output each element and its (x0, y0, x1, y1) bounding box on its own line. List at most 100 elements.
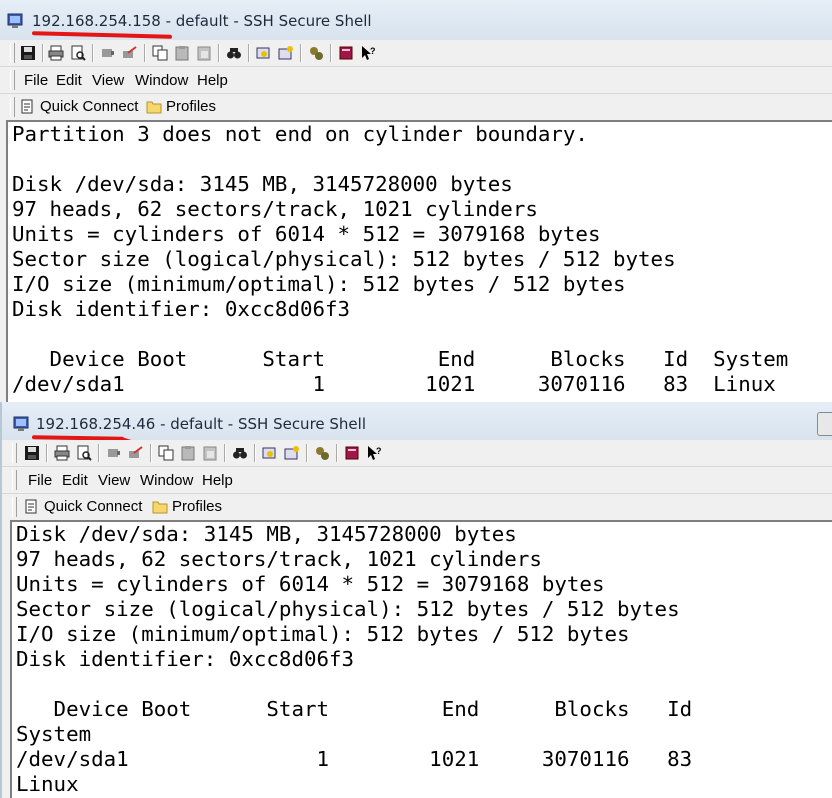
find-icon[interactable] (224, 43, 244, 63)
help-book-icon[interactable] (342, 443, 362, 463)
toolbar-separator (300, 44, 302, 62)
file-transfer-icon[interactable] (312, 443, 332, 463)
quick-connect-button[interactable]: Quick Connect (24, 498, 142, 515)
menu-bar: File Edit View Window Help (2, 467, 832, 494)
toolbar-separator (144, 44, 146, 62)
svg-text:?: ? (370, 46, 376, 56)
terminal-line: Device Boot Start End Blocks Id System (12, 347, 789, 371)
find-icon[interactable] (230, 443, 250, 463)
disconnect-icon[interactable] (104, 443, 124, 463)
print-preview-icon[interactable] (68, 43, 88, 63)
red-underline-annotation (31, 31, 173, 39)
paste-special-icon[interactable] (194, 43, 214, 63)
toolbar-separator (218, 44, 220, 62)
file-transfer-icon[interactable] (306, 43, 326, 63)
copy-icon[interactable] (156, 443, 176, 463)
menu-help[interactable]: Help (197, 72, 228, 89)
title-bar[interactable]: 192.168.254.46 - default - SSH Secure Sh… (2, 402, 832, 452)
menu-edit[interactable]: Edit (62, 472, 88, 489)
print-preview-icon[interactable] (74, 443, 94, 463)
menu-view[interactable]: View (92, 72, 124, 89)
toolbar-separator (248, 44, 250, 62)
menu-view[interactable]: View (98, 472, 130, 489)
terminal-line: Device Boot Start End Blocks Id (16, 697, 693, 721)
menubar-grip[interactable] (12, 470, 17, 490)
save-icon[interactable] (22, 443, 42, 463)
toolbar-separator (92, 44, 94, 62)
terminal-line: Units = cylinders of 6014 * 512 = 307916… (16, 572, 605, 596)
new-window-icon[interactable] (282, 443, 302, 463)
paste-special-icon[interactable] (200, 443, 220, 463)
terminal-line: System (16, 722, 92, 746)
title-bar[interactable]: 192.168.254.158 - default - SSH Secure S… (0, 0, 832, 40)
terminal-line: Disk identifier: 0xcc8d06f3 (16, 647, 355, 671)
quick-connect-label: Quick Connect (44, 498, 143, 515)
menu-window[interactable]: Window (140, 472, 193, 489)
toolbar-separator (336, 444, 338, 462)
terminal-output[interactable]: Disk /dev/sda: 3145 MB, 3145728000 bytes… (10, 520, 832, 798)
terminal-line: I/O size (minimum/optimal): 512 bytes / … (16, 622, 630, 646)
ssh-app-icon (13, 416, 29, 431)
connect-icon[interactable] (126, 443, 146, 463)
menubar-grip[interactable] (10, 70, 15, 90)
quick-connect-button[interactable]: Quick Connect (20, 98, 138, 115)
terminal-line: 97 heads, 62 sectors/track, 1021 cylinde… (16, 547, 542, 571)
help-book-icon[interactable] (336, 43, 356, 63)
toolbar-separator (254, 444, 256, 462)
settings-icon[interactable] (260, 443, 280, 463)
quick-connect-icon (25, 499, 37, 513)
connect-icon[interactable] (120, 43, 140, 63)
menu-file[interactable]: File (28, 472, 52, 489)
paste-icon[interactable] (172, 43, 192, 63)
toolbar-separator (224, 444, 226, 462)
menu-file[interactable]: File (24, 72, 48, 89)
whats-this-icon[interactable]: ? (364, 443, 384, 463)
menu-help[interactable]: Help (202, 472, 233, 489)
toolbar: ? (0, 40, 832, 67)
profiles-button[interactable]: Profiles (152, 498, 222, 515)
terminal-line: Disk /dev/sda: 3145 MB, 3145728000 bytes (16, 522, 517, 546)
ssh-app-icon (7, 13, 23, 28)
toolbar: ? (2, 440, 832, 467)
toolbar-separator (46, 444, 48, 462)
terminal-line: 97 heads, 62 sectors/track, 1021 cylinde… (12, 197, 538, 221)
new-window-icon[interactable] (276, 43, 296, 63)
terminal-line: /dev/sda1 1 1021 3070116 83 (16, 747, 693, 771)
terminal-line: Units = cylinders of 6014 * 512 = 307916… (12, 222, 601, 246)
ssh-window-1: 192.168.254.158 - default - SSH Secure S… (0, 0, 832, 402)
folder-icon (146, 101, 162, 113)
toolbar-grip[interactable] (10, 43, 15, 63)
whats-this-icon[interactable]: ? (358, 43, 378, 63)
toolbar-grip[interactable] (12, 443, 17, 463)
toolbar-separator (98, 444, 100, 462)
menu-bar: File Edit View Window Help (0, 67, 832, 94)
close-button-edge[interactable] (817, 412, 832, 436)
menu-window[interactable]: Window (135, 72, 188, 89)
print-icon[interactable] (52, 443, 72, 463)
paste-icon[interactable] (178, 443, 198, 463)
quick-connect-label: Quick Connect (40, 98, 139, 115)
window-title: 192.168.254.158 - default - SSH Secure S… (32, 12, 372, 30)
disconnect-icon[interactable] (98, 43, 118, 63)
terminal-line: Sector size (logical/physical): 512 byte… (16, 597, 680, 621)
save-icon[interactable] (18, 43, 38, 63)
profiles-button[interactable]: Profiles (146, 98, 216, 115)
toolbar-separator (42, 44, 44, 62)
copy-icon[interactable] (150, 43, 170, 63)
quickbar-grip[interactable] (12, 497, 17, 517)
quick-connect-bar: Quick Connect Profiles (0, 94, 832, 120)
terminal-line: Disk identifier: 0xcc8d06f3 (12, 297, 351, 321)
quick-connect-bar: Quick Connect Profiles (2, 494, 832, 520)
terminal-line: Partition 3 does not end on cylinder bou… (12, 122, 588, 146)
folder-icon (152, 501, 168, 513)
terminal-output[interactable]: Partition 3 does not end on cylinder bou… (6, 120, 832, 402)
print-icon[interactable] (46, 43, 66, 63)
quickbar-grip[interactable] (10, 97, 15, 117)
terminal-line: Linux (16, 772, 79, 796)
settings-icon[interactable] (254, 43, 274, 63)
toolbar-separator (306, 444, 308, 462)
menu-edit[interactable]: Edit (56, 72, 82, 89)
